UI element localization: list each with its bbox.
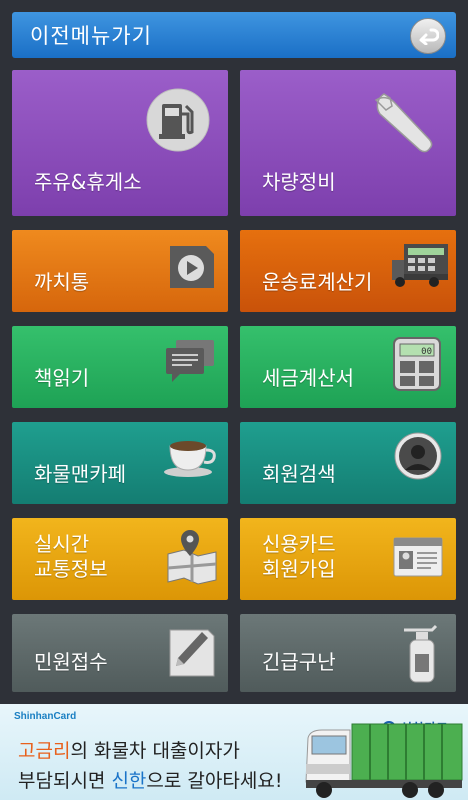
tile-cafe[interactable]: 화물맨카페 (12, 422, 228, 504)
tile-label: 회원검색 (262, 462, 336, 486)
tile-vehicle-maintenance[interactable]: 차량정비 (240, 70, 456, 216)
gas-station-icon (146, 88, 210, 152)
banner-line1-text: 의 화물차 대출이자가 (70, 740, 240, 762)
map-pin-icon (167, 530, 217, 585)
back-arrow-icon (419, 28, 439, 45)
ad-banner[interactable]: ShinhanCard 고금리의 화물차 대출이자가 부담되시면 신한으로 갈아… (0, 704, 468, 800)
id-card-icon (393, 537, 443, 577)
fire-extinguisher-icon (404, 624, 438, 683)
tile-label: 화물맨카페 (34, 462, 126, 486)
truck-illustration-icon (305, 723, 463, 798)
tile-member-search[interactable]: 회원검색 (240, 422, 456, 504)
tile-label: 차량정비 (262, 170, 336, 194)
tile-label: 책읽기 (34, 366, 90, 390)
tile-label: 세금계산서 (262, 366, 354, 390)
banner-brand-logo: ShinhanCard (14, 711, 77, 722)
pencil-note-icon (169, 629, 215, 677)
banner-line1: 고금리의 화물차 대출이자가 (18, 736, 240, 763)
svg-text:00: 00 (421, 347, 432, 357)
banner-highlight-brand: 신한 (111, 770, 147, 792)
chat-bubbles-icon (166, 340, 214, 382)
tile-label: 실시간 교통정보 (34, 532, 108, 581)
play-icon (170, 246, 214, 288)
calculator-icon: 00 (393, 337, 441, 391)
truck-calculator-icon (392, 244, 448, 287)
tile-traffic-info[interactable]: 실시간 교통정보 (12, 518, 228, 600)
tile-freight-calculator[interactable]: 운송료계산기 (240, 230, 456, 312)
tile-tax-invoice[interactable]: 00 세금계산서 (240, 326, 456, 408)
tile-label: 긴급구난 (262, 650, 336, 674)
wrench-icon (374, 93, 433, 153)
tile-credit-card-signup[interactable]: 신용카드 회원가입 (240, 518, 456, 600)
header-title: 이전메뉴가기 (30, 24, 152, 48)
tile-emergency-rescue[interactable]: 긴급구난 (240, 614, 456, 692)
back-button[interactable] (410, 18, 446, 54)
back-menu-header[interactable]: 이전메뉴가기 (12, 12, 456, 58)
coffee-cup-icon (164, 441, 216, 477)
tile-kkachitong[interactable]: 까치통 (12, 230, 228, 312)
user-avatar-icon (394, 432, 442, 480)
tile-label: 민원접수 (34, 650, 108, 674)
tile-label: 신용카드 회원가입 (262, 532, 336, 581)
tile-label: 주유&휴게소 (34, 170, 142, 194)
banner-line2: 부담되시면 신한으로 갈아타세요! (18, 766, 282, 793)
tile-gas-rest[interactable]: 주유&휴게소 (12, 70, 228, 216)
banner-line2-end: 으로 갈아타세요! (146, 770, 283, 792)
tile-book-reading[interactable]: 책읽기 (12, 326, 228, 408)
banner-line2-start: 부담되시면 (18, 770, 112, 792)
tile-label: 운송료계산기 (262, 270, 373, 294)
tile-complaint[interactable]: 민원접수 (12, 614, 228, 692)
tile-label: 까치통 (34, 270, 90, 294)
banner-highlight-rate: 고금리 (18, 740, 71, 762)
